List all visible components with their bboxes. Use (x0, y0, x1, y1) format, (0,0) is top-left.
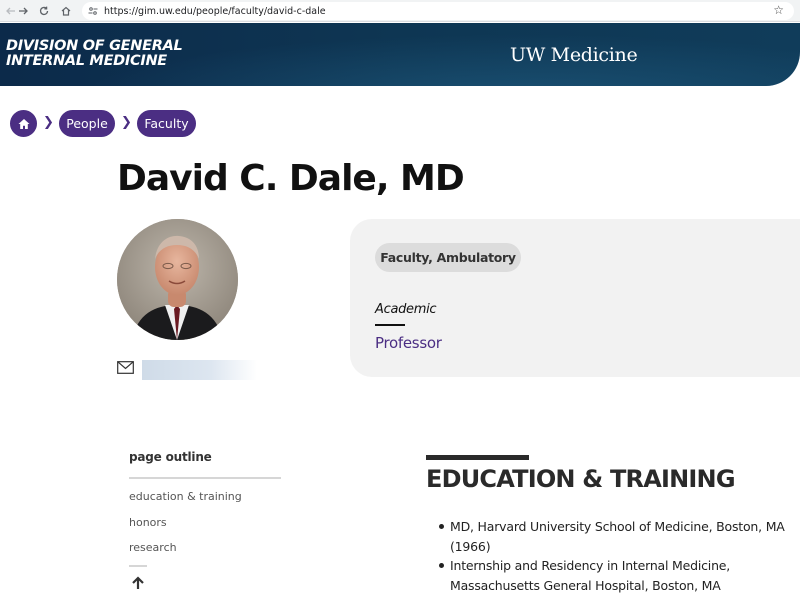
home-browser-button[interactable] (55, 0, 77, 22)
arrow-up-icon[interactable] (131, 576, 145, 595)
uw-medicine-logo[interactable]: UW Medicine (510, 44, 638, 66)
page-outline-title: page outline (129, 450, 212, 464)
forward-button[interactable] (12, 0, 34, 22)
breadcrumb-home[interactable] (10, 110, 37, 137)
outline-link-education[interactable]: education & training (129, 490, 242, 503)
mail-icon[interactable] (117, 361, 134, 379)
chevron-right-icon: ❯ (121, 115, 132, 130)
email-link-redacted[interactable] (142, 360, 257, 380)
page-title: David C. Dale, MD (117, 158, 465, 199)
breadcrumb-faculty[interactable]: Faculty (137, 110, 196, 137)
home-icon (18, 118, 29, 129)
chevron-right-icon: ❯ (43, 115, 54, 130)
outline-link-honors[interactable]: honors (129, 516, 167, 529)
outline-divider (129, 477, 281, 479)
browser-toolbar: https://gim.uw.edu/people/faculty/david-… (0, 0, 800, 22)
breadcrumb-people[interactable]: People (59, 110, 115, 137)
outline-divider-short (129, 565, 147, 567)
reload-icon (39, 6, 49, 16)
site-info-icon[interactable] (88, 6, 98, 16)
academic-divider (375, 324, 405, 326)
role-badge: Faculty, Ambulatory (375, 243, 521, 272)
section-accent-bar (426, 455, 529, 460)
academic-title: Professor (375, 334, 442, 352)
profile-photo (117, 219, 238, 340)
address-bar[interactable]: https://gim.uw.edu/people/faculty/david-… (82, 2, 794, 20)
education-heading: EDUCATION & TRAINING (426, 465, 736, 493)
academic-label: Academic (375, 302, 437, 317)
outline-link-research[interactable]: research (129, 541, 177, 554)
division-logo[interactable]: DIVISION OF GENERAL INTERNAL MEDICINE (6, 39, 183, 69)
house-icon (61, 6, 71, 16)
education-list: MD, Harvard University School of Medicin… (439, 517, 795, 595)
star-icon[interactable]: ☆ (773, 3, 784, 17)
url-text: https://gim.uw.edu/people/faculty/david-… (104, 5, 326, 17)
arrow-right-icon (19, 7, 28, 15)
list-item: Internship and Residency in Internal Med… (439, 556, 795, 595)
site-header: DIVISION OF GENERAL INTERNAL MEDICINE UW… (0, 23, 800, 86)
reload-button[interactable] (33, 0, 55, 22)
portrait-image (117, 219, 238, 340)
list-item: MD, Harvard University School of Medicin… (439, 517, 795, 556)
